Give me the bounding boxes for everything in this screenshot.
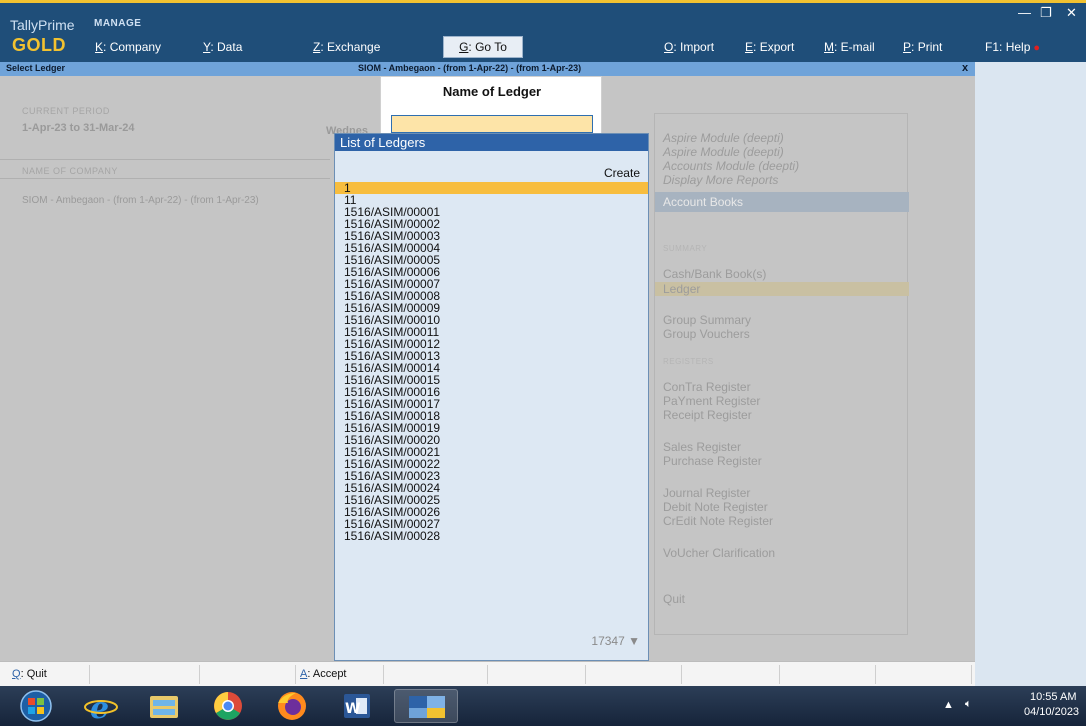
microsoft-word-icon[interactable]: W [330, 689, 382, 723]
menu-data[interactable]: Y: Data [203, 40, 242, 54]
firefox-icon[interactable] [266, 689, 318, 723]
empty-button-slot [394, 665, 488, 684]
tray-expand-icon[interactable]: ▲ [943, 699, 954, 711]
ledger-name-input[interactable] [391, 115, 593, 133]
gateway-section-label: SUMMARY [663, 244, 708, 253]
empty-button-slot [104, 665, 200, 684]
gateway-section-label: REGISTERS [663, 357, 714, 366]
clock-time[interactable]: 10:55 AM [1030, 691, 1076, 703]
tallyprime-app-icon[interactable] [394, 689, 458, 723]
gateway-item-receipt-register[interactable]: Receipt Register [663, 408, 752, 422]
divider [0, 178, 330, 179]
screen-title: Select Ledger [6, 63, 66, 73]
empty-button-slot [490, 665, 586, 684]
ledger-items: 1 11 1516/ASIM/00001 1516/ASIM/00002 1516/AS… [335, 182, 648, 542]
ledger-list-item[interactable]: 1516/ASIM/00028 [335, 530, 648, 542]
minimize-icon[interactable]: — [1018, 5, 1031, 20]
ledger-count: 17347 ▼ [591, 634, 640, 648]
ledger-list-item[interactable]: 1 [335, 182, 648, 194]
app-edition: GOLD [12, 35, 66, 55]
app-brand-name: TallyPrime [10, 17, 75, 33]
menu-export[interactable]: E: Export [745, 40, 794, 54]
close-screen-icon[interactable]: x [962, 62, 968, 74]
current-period-value: 1-Apr-23 to 31-Mar-24 [22, 122, 135, 134]
quit-button[interactable]: Q: Quit [8, 665, 90, 684]
empty-button-slot [684, 665, 780, 684]
create-ledger-button[interactable]: Create [604, 166, 640, 180]
chrome-icon[interactable] [202, 689, 254, 723]
gateway-item-contra-register[interactable]: ConTra Register [663, 380, 751, 394]
menu-email[interactable]: M: E-mail [824, 40, 875, 54]
gateway-item[interactable]: Accounts Module (deepti) [663, 159, 799, 173]
menu-help[interactable]: F1: Help ● [985, 40, 1040, 54]
divider [0, 159, 330, 160]
gateway-menu: Aspire Module (deepti) Aspire Module (de… [654, 113, 909, 635]
name-of-ledger-title: Name of Ledger [442, 84, 542, 99]
gateway-item-quit[interactable]: Quit [663, 592, 685, 606]
empty-button-slot [202, 665, 296, 684]
gateway-item-payment-register[interactable]: PaYment Register [663, 394, 760, 408]
menu-import[interactable]: O: Import [664, 40, 714, 54]
app-mode-label: MANAGE [94, 18, 142, 29]
empty-button-slot [878, 665, 972, 684]
restore-window-icon[interactable]: ❐ [1040, 5, 1052, 21]
bottom-button-bar: Q: Quit A: Accept [0, 661, 975, 686]
title-accent-line [0, 0, 1086, 3]
menu-goto-button[interactable]: G: Go To [443, 36, 523, 58]
empty-button-slot [782, 665, 876, 684]
close-window-icon[interactable]: ✕ [1066, 5, 1077, 21]
file-explorer-icon[interactable] [138, 689, 190, 723]
screen-header-strip: Select Ledger SIOM - Ambegaon - (from 1-… [0, 62, 975, 76]
internet-explorer-icon[interactable]: e [74, 689, 126, 726]
gateway-item-cash-bank[interactable]: Cash/Bank Book(s) [663, 267, 766, 281]
gateway-item-debit-note-register[interactable]: Debit Note Register [663, 500, 768, 514]
windows-taskbar: e W ▲ 🔈︎ 10:55 AM 04/10/2023 [0, 686, 1086, 726]
company-name-label: NAME OF COMPANY [22, 166, 118, 176]
gateway-item-sales-register[interactable]: Sales Register [663, 440, 741, 454]
accept-button[interactable]: A: Accept [296, 665, 384, 684]
gateway-item-voucher-clarification[interactable]: VoUcher Clarification [663, 546, 775, 560]
gateway-item-group-summary[interactable]: Group Summary [663, 313, 751, 327]
menu-print[interactable]: P: Print [903, 40, 942, 54]
gateway-item-journal-register[interactable]: Journal Register [663, 486, 750, 500]
svg-text:W: W [345, 701, 360, 717]
gateway-heading: Account Books [655, 192, 909, 212]
empty-button-slot [588, 665, 682, 684]
title-menu-bar: TallyPrime MANAGE GOLD K: Company Y: Dat… [0, 0, 1086, 62]
gateway-item-ledger[interactable]: Ledger [663, 282, 700, 296]
gateway-item[interactable]: Aspire Module (deepti) [663, 131, 784, 145]
gateway-item[interactable]: Aspire Module (deepti) [663, 145, 784, 159]
button-side-panel [975, 62, 1086, 686]
volume-icon[interactable]: 🔈︎ [965, 698, 972, 711]
svg-text:e: e [90, 691, 109, 723]
gateway-item-purchase-register[interactable]: Purchase Register [663, 454, 762, 468]
current-period-label: CURRENT PERIOD [22, 106, 110, 116]
help-indicator-dot-icon: ● [1033, 42, 1041, 54]
name-of-ledger-panel: Name of Ledger [380, 76, 602, 136]
gateway-item-credit-note-register[interactable]: CrEdit Note Register [663, 514, 773, 528]
gateway-item-group-vouchers[interactable]: Group Vouchers [663, 327, 750, 341]
ledger-list-panel: List of Ledgers Create 1 11 1516/ASIM/0000… [334, 133, 649, 661]
company-context-title: SIOM - Ambegaon - (from 1-Apr-22) - (fro… [358, 63, 582, 73]
company-name-value: SIOM - Ambegaon - (from 1-Apr-22) - (fro… [22, 195, 259, 206]
menu-exchange[interactable]: Z: Exchange [313, 40, 380, 54]
menu-company[interactable]: K: Company [95, 40, 161, 54]
clock-date[interactable]: 04/10/2023 [1024, 706, 1079, 718]
ledger-list-title: List of Ledgers [335, 134, 648, 151]
gateway-item[interactable]: Display More Reports [663, 173, 778, 187]
windows-start-icon[interactable] [10, 689, 62, 723]
scroll-down-icon[interactable]: ▼ [628, 634, 640, 648]
